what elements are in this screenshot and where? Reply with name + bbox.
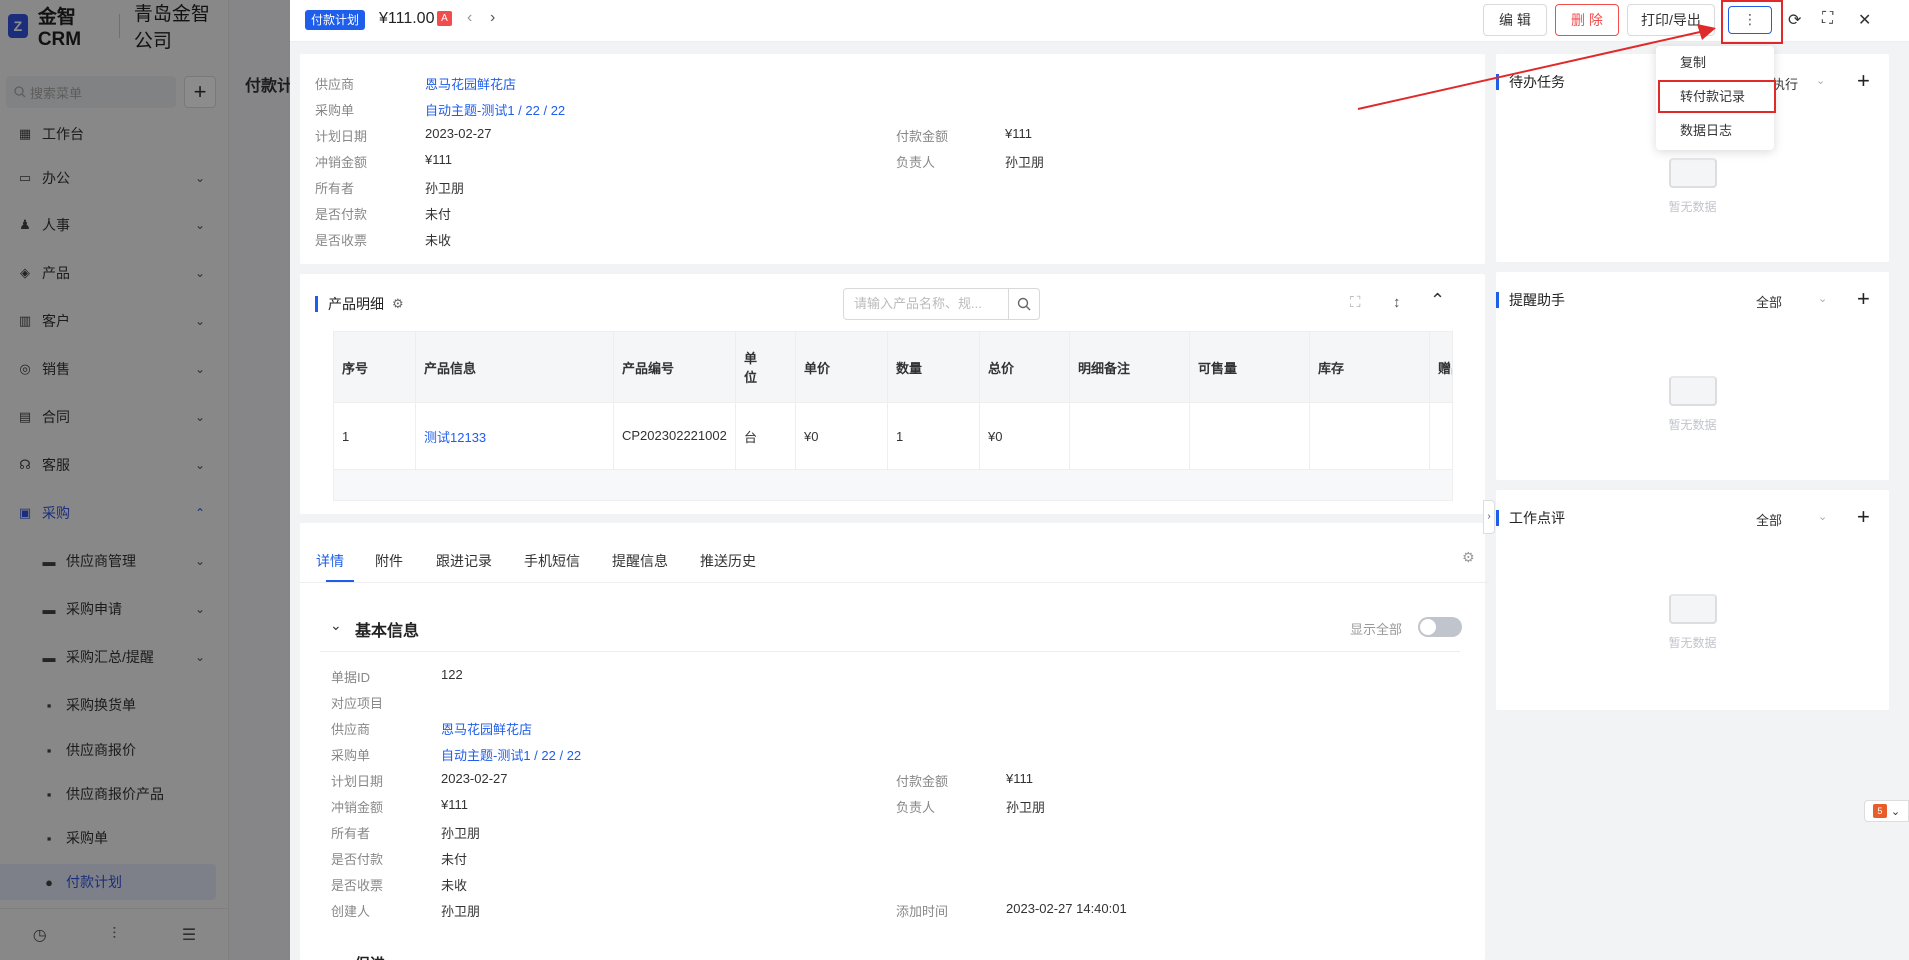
annotation-arrow <box>1357 24 1716 110</box>
html5-icon: 5 <box>1872 804 1887 818</box>
chevron-icon: ⌄ <box>1890 805 1901 818</box>
html5-badge[interactable]: 5 ⌄ <box>1864 800 1909 822</box>
